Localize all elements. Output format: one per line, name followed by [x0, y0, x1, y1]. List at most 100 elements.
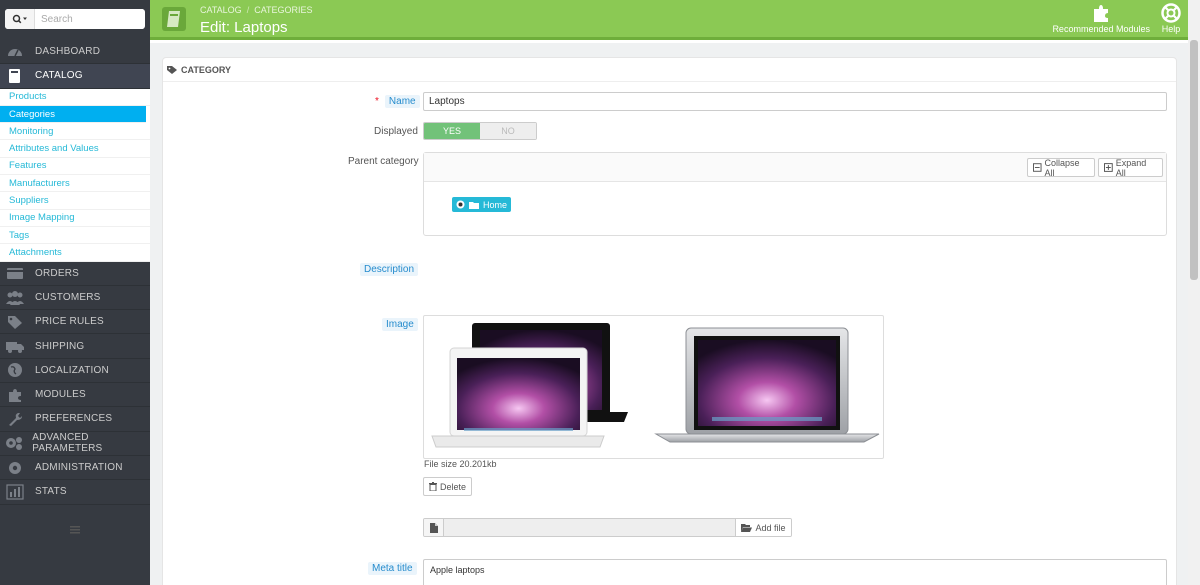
folder-icon [469, 201, 479, 209]
nav-orders[interactable]: ORDERS [0, 262, 150, 286]
panel-heading: CATEGORY [163, 58, 1176, 82]
category-image [423, 315, 884, 459]
delete-label: Delete [439, 481, 466, 492]
nav-catalog[interactable]: CATALOG [0, 64, 150, 89]
nav-stats[interactable]: STATS [0, 480, 150, 505]
puzzle-icon [0, 383, 30, 407]
page-title: Edit: Laptops [200, 19, 288, 36]
recommended-modules-button[interactable]: Recommended Modules [1052, 3, 1150, 34]
nav-stats-label: STATS [35, 486, 67, 498]
nav-dashboard[interactable]: DASHBOARD [0, 40, 150, 65]
main-content: CATEGORY * Name Displayed YES NO Parent c… [150, 43, 1188, 585]
breadcrumb-categories[interactable]: CATEGORIES [254, 5, 312, 15]
displayed-yes-option[interactable]: YES [424, 123, 480, 139]
submenu-features[interactable]: Features [0, 158, 150, 176]
nav-shipping[interactable]: SHIPPING [0, 334, 150, 359]
scrollbar-thumb[interactable] [1190, 40, 1198, 280]
submenu-attachments[interactable]: Attachments [0, 244, 150, 262]
help-button[interactable]: Help [1160, 3, 1182, 34]
nav-price-rules-label: PRICE RULES [35, 316, 104, 328]
search-type-button[interactable] [5, 9, 35, 29]
nav-preferences-label: PREFERENCES [35, 413, 113, 425]
submenu-attributes[interactable]: Attributes and Values [0, 140, 150, 158]
file-size-text: File size 20.201kb [424, 459, 497, 469]
nav-preferences[interactable]: PREFERENCES [0, 407, 150, 432]
search-input[interactable] [35, 9, 143, 29]
sidebar: DASHBOARD CATALOG Products Categories Mo… [0, 0, 150, 585]
submenu-tags[interactable]: Tags [0, 227, 150, 245]
collapse-all-button[interactable]: Collapse All [1027, 157, 1095, 178]
file-icon [429, 522, 438, 533]
tags-icon [0, 310, 30, 334]
nav-catalog-label: CATALOG [35, 70, 83, 82]
name-label: Name [384, 95, 420, 108]
tree-node-home-label: Home [483, 199, 508, 210]
gear-icon [0, 456, 30, 480]
tree-node-home[interactable]: Home [452, 197, 512, 212]
add-file-button[interactable]: Add file [735, 519, 791, 536]
name-input[interactable] [423, 92, 1167, 111]
search-box [5, 9, 145, 29]
expand-all-label: Expand All [1115, 157, 1147, 178]
page-scrollbar[interactable] [1188, 0, 1200, 585]
catalog-submenu: Products Categories Monitoring Attribute… [0, 88, 150, 262]
nav-customers[interactable]: CUSTOMERS [0, 286, 150, 311]
submenu-image-mapping[interactable]: Image Mapping [0, 210, 150, 227]
category-panel: CATEGORY * Name Displayed YES NO Parent c… [162, 57, 1177, 585]
submenu-monitoring[interactable]: Monitoring [0, 123, 150, 141]
description-label: Description [360, 263, 419, 276]
category-tree: Collapse All Expand All Home [423, 152, 1167, 236]
submenu-suppliers[interactable]: Suppliers [0, 192, 150, 210]
meta-title-input[interactable]: Apple laptops [423, 559, 1167, 585]
required-star: * [375, 96, 379, 107]
help-label: Help [1161, 24, 1181, 34]
book-icon [0, 64, 30, 88]
recommended-modules-label: Recommended Modules [1052, 24, 1150, 34]
nav-administration[interactable]: ADMINISTRATION [0, 456, 150, 481]
displayed-label: Displayed [374, 126, 418, 137]
nav-customers-label: CUSTOMERS [35, 292, 101, 303]
nav-modules[interactable]: MODULES [0, 383, 150, 408]
catalog-book-icon [162, 7, 186, 31]
nav-price-rules[interactable]: PRICE RULES [0, 310, 150, 335]
page-header: CATALOG / CATEGORIES Edit: Laptops Recom… [150, 0, 1188, 40]
file-path-input[interactable] [444, 519, 735, 536]
file-icon-cell [424, 519, 444, 536]
users-icon [0, 286, 30, 310]
dashboard-icon [0, 40, 30, 64]
description-label-row: Description [360, 263, 419, 276]
panel-heading-label: CATEGORY [181, 64, 232, 75]
file-upload-row: Add file [423, 518, 792, 537]
expand-icon [1104, 163, 1113, 172]
nav-modules-label: MODULES [35, 389, 86, 401]
credit-card-icon [0, 261, 30, 285]
search-bar [0, 0, 150, 40]
menu-collapse-icon[interactable] [70, 526, 80, 534]
nav-administration-label: ADMINISTRATION [35, 462, 123, 474]
parent-category-label: Parent category [348, 156, 419, 167]
add-file-label: Add file [755, 522, 786, 533]
breadcrumb-separator: / [246, 5, 250, 15]
nav-localization-label: LOCALIZATION [35, 364, 109, 376]
radio-selected-icon [456, 200, 465, 209]
delete-image-button[interactable]: Delete [423, 477, 472, 496]
lifebuoy-icon [1161, 3, 1181, 23]
nav-localization[interactable]: LOCALIZATION [0, 359, 150, 384]
breadcrumb-catalog[interactable]: CATALOG [200, 5, 242, 15]
nav-advanced-parameters[interactable]: ADVANCED PARAMETERS [0, 432, 150, 456]
displayed-no-option[interactable]: NO [480, 123, 536, 139]
displayed-toggle[interactable]: YES NO [423, 122, 537, 140]
bar-chart-icon [0, 480, 30, 504]
cogs-icon [0, 431, 27, 455]
breadcrumb: CATALOG / CATEGORIES [200, 5, 313, 15]
collapse-all-label: Collapse All [1044, 157, 1080, 178]
submenu-products[interactable]: Products [0, 89, 150, 106]
submenu-manufacturers[interactable]: Manufacturers [0, 175, 150, 193]
nav-dashboard-label: DASHBOARD [35, 46, 101, 58]
expand-all-button[interactable]: Expand All [1098, 157, 1163, 178]
image-label: Image [382, 318, 418, 331]
puzzle-icon [1094, 5, 1109, 22]
submenu-categories[interactable]: Categories [0, 105, 146, 124]
search-icon [12, 14, 27, 24]
tree-toolbar: Collapse All Expand All [424, 153, 1166, 182]
